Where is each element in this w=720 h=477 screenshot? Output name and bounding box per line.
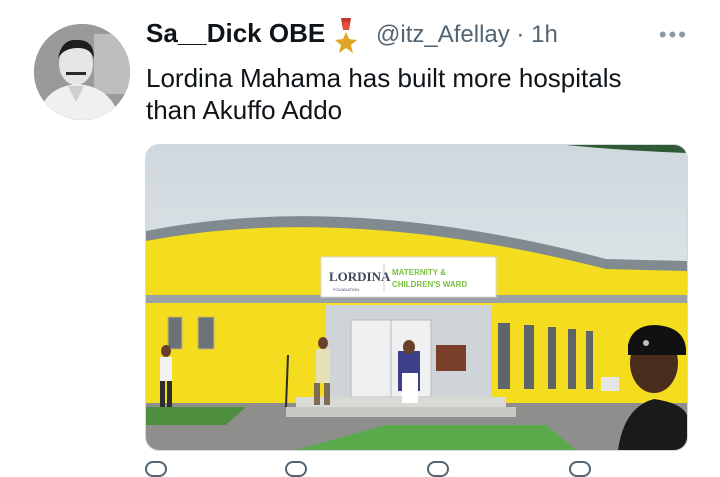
- sign-line2: CHILDREN'S WARD: [392, 280, 467, 289]
- avatar-photo: [34, 24, 130, 120]
- tweet-time: 1h: [531, 21, 558, 48]
- avatar[interactable]: [34, 24, 130, 120]
- sign-brand: LORDINA: [329, 269, 391, 284]
- share-icon[interactable]: [569, 458, 595, 477]
- tweet-actions: [145, 458, 686, 477]
- heart-icon[interactable]: [427, 458, 453, 477]
- sign-line1: MATERNITY &: [392, 268, 446, 277]
- more-options-icon[interactable]: •••: [659, 22, 688, 48]
- handle-time[interactable]: @itz_Afellay · 1h: [376, 21, 558, 49]
- tweet-text: Lordina Mahama has built more hospitals …: [146, 63, 622, 125]
- retweet-icon[interactable]: [285, 458, 311, 477]
- sign-sub: FOUNDATION: [333, 287, 359, 292]
- medal-icon: [335, 18, 357, 53]
- user-handle: @itz_Afellay: [376, 21, 510, 48]
- display-name[interactable]: Sa__Dick OBE: [146, 18, 325, 49]
- tweet-header: Sa__Dick OBE @itz_Afellay · 1h •••: [146, 18, 690, 58]
- separator-dot: ·: [516, 21, 525, 48]
- tweet-media-photo[interactable]: LORDINA FOUNDATION MATERNITY & CHILDREN'…: [145, 144, 688, 451]
- hospital-photo: LORDINA FOUNDATION MATERNITY & CHILDREN'…: [146, 145, 687, 450]
- reply-icon[interactable]: [145, 458, 171, 477]
